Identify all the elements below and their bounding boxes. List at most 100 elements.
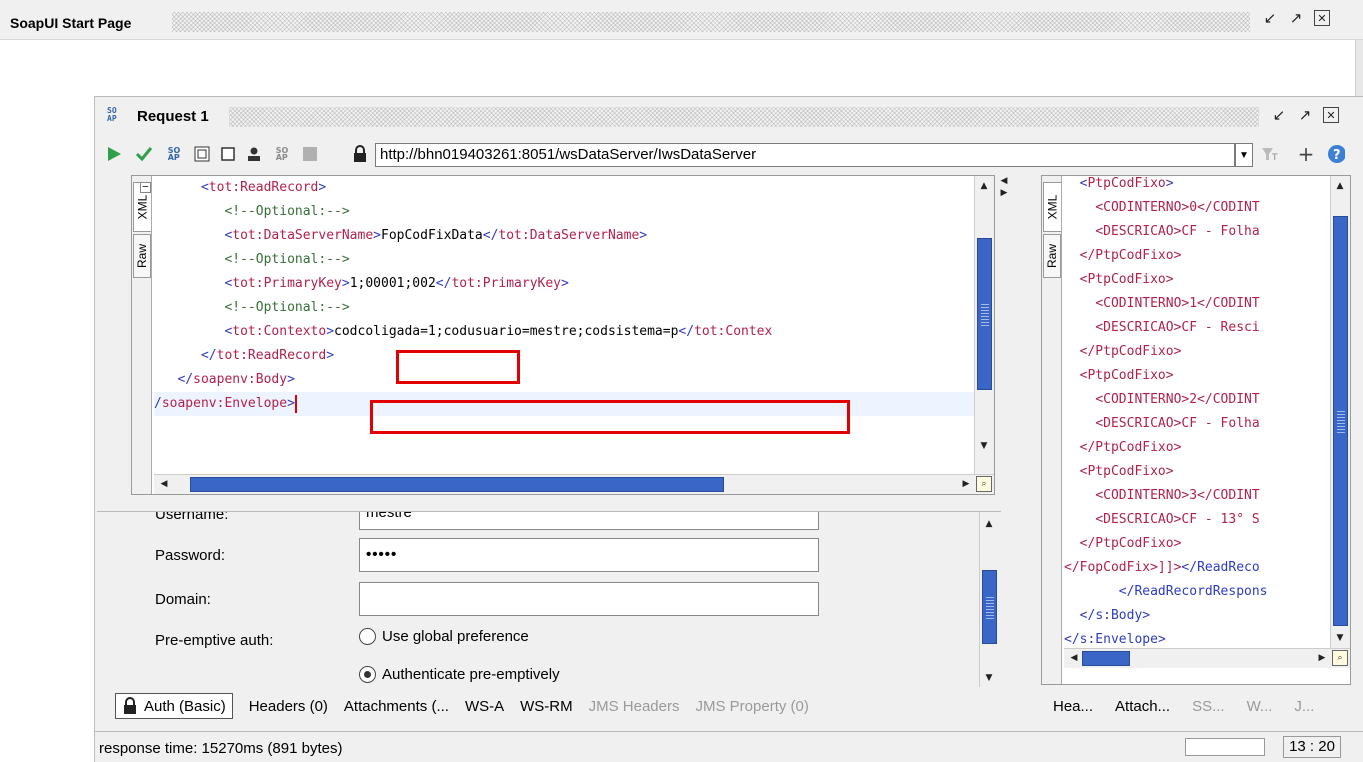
filter-icon[interactable]: T <box>1261 145 1279 163</box>
request-code-token: > <box>287 396 295 411</box>
plus-icon[interactable]: + <box>1297 142 1315 166</box>
response-code[interactable]: <PtpCodFixo> <CODINTERNO>0</CODINT <DESC… <box>1064 172 1330 648</box>
scroll-thumb[interactable] <box>982 570 997 644</box>
soap-icon[interactable]: SO AP <box>273 145 291 163</box>
password-field[interactable]: ••••• <box>359 538 819 572</box>
tab-headers[interactable]: Headers (0) <box>249 698 328 715</box>
minimize-icon[interactable]: ↙ <box>1271 107 1287 123</box>
tab-jms-property[interactable]: JMS Property (0) <box>696 698 809 715</box>
clone-icon[interactable] <box>219 145 237 163</box>
tab-ws-rm[interactable]: WS-RM <box>520 698 573 715</box>
stop-icon[interactable] <box>301 145 319 163</box>
scroll-thumb[interactable] <box>1333 216 1348 626</box>
tab-raw[interactable]: Raw <box>1043 234 1061 278</box>
tab-jms[interactable]: J... <box>1294 698 1314 715</box>
response-code-token: <CODINTERNO>0</CODINT <box>1095 200 1260 215</box>
response-code-line: </PtpCodFixo> <box>1064 436 1330 460</box>
response-code-line: <PtpCodFixo> <box>1064 460 1330 484</box>
tab-ws[interactable]: W... <box>1247 698 1273 715</box>
tab-xml[interactable]: XML <box>1043 182 1061 232</box>
request-code-token: tot:Contexto <box>232 324 327 339</box>
response-xml-editor: XML Raw <PtpCodFixo> <CODINTERNO>0</CODI… <box>1041 175 1351 685</box>
response-code-token: </PtpCodFixo> <box>1079 248 1182 263</box>
request-toolbar: SO AP SO AP http://bhn019403261:8051/wsDat… <box>95 137 1363 173</box>
scroll-left-icon[interactable]: ◀ <box>1066 650 1082 666</box>
scroll-left-icon[interactable]: ◀ <box>156 476 172 492</box>
scroll-thumb[interactable] <box>1082 651 1130 666</box>
response-code-line: <DESCRICAO>CF - 13° S <box>1064 508 1330 532</box>
titlebar-drag-area[interactable] <box>172 12 1250 32</box>
request-xml-editor: XML Raw − <tot:ReadRecord> <!--Optional:… <box>131 175 995 495</box>
lock-icon <box>351 145 369 163</box>
scroll-thumb[interactable] <box>190 477 724 492</box>
tab-ssl[interactable]: SS... <box>1192 698 1225 715</box>
request-vscrollbar[interactable]: ▲ ▼ <box>974 176 994 476</box>
request-code-token: > <box>341 276 350 291</box>
submit-icon[interactable] <box>135 145 153 163</box>
response-code-token: PtpCodFixo <box>1087 176 1166 191</box>
request-code-token: tot:ReadRecord <box>208 180 319 195</box>
response-vscrollbar[interactable]: ▲ ▼ <box>1330 176 1350 648</box>
create-empty-icon[interactable] <box>193 145 211 163</box>
response-code-line: <PtpCodFixo> <box>1064 364 1330 388</box>
minimize-icon[interactable]: ↙ <box>1262 10 1278 26</box>
scroll-up-icon[interactable]: ▲ <box>981 516 997 532</box>
request-code-token: </ <box>482 228 499 243</box>
tab-headers[interactable]: Hea... <box>1053 698 1093 715</box>
tab-raw[interactable]: Raw <box>133 234 151 278</box>
response-code-token: > <box>1165 176 1174 191</box>
start-page-title: SoapUI Start Page <box>10 15 132 31</box>
tab-jms-headers[interactable]: JMS Headers <box>589 698 680 715</box>
soap-icon[interactable]: SO AP <box>165 145 183 163</box>
radio-button[interactable] <box>359 666 376 683</box>
radio-use-global[interactable]: Use global preference <box>359 628 529 645</box>
scroll-up-icon[interactable]: ▲ <box>976 178 992 194</box>
scroll-thumb[interactable] <box>977 238 992 390</box>
username-field[interactable]: mestre <box>359 512 819 530</box>
scroll-down-icon[interactable]: ▼ <box>976 438 992 454</box>
radio-button[interactable] <box>359 628 376 645</box>
zoom-icon[interactable]: ⌕ <box>1332 650 1348 666</box>
response-code-token: <CODINTERNO>3</CODINT <box>1095 488 1260 503</box>
help-icon[interactable]: ? <box>1327 145 1345 163</box>
detach-icon[interactable]: ↗ <box>1297 107 1313 123</box>
soap-logo-icon: SO AP <box>107 106 117 123</box>
panel-splitter[interactable]: ◀ ▶ <box>997 175 1011 495</box>
tab-attachments[interactable]: Attach... <box>1115 698 1170 715</box>
tab-ws-a[interactable]: WS-A <box>465 698 504 715</box>
zoom-icon[interactable]: ⌕ <box>976 476 992 492</box>
scroll-up-icon[interactable]: ▲ <box>1332 178 1348 194</box>
scroll-right-icon[interactable]: ▶ <box>1314 650 1330 666</box>
domain-field[interactable] <box>359 582 819 616</box>
radio-preemptive[interactable]: Authenticate pre-emptively <box>359 666 560 683</box>
domain-label: Domain: <box>155 591 211 608</box>
request-code-token: 1;00001;002 <box>349 276 436 291</box>
endpoint-url-field[interactable]: http://bhn019403261:8051/wsDataServer/Iw… <box>375 143 1235 167</box>
request-code-token: > <box>326 324 335 339</box>
close-icon[interactable]: ✕ <box>1323 107 1339 123</box>
arrow-left-icon[interactable]: ◀ <box>997 175 1011 187</box>
status-bar: response time: 15270ms (891 bytes) 13 : … <box>95 731 1363 762</box>
response-hscrollbar[interactable]: ◀ ▶ ⌕ <box>1064 648 1350 668</box>
collapse-toggle[interactable]: − <box>140 182 151 193</box>
tab-auth[interactable]: Auth (Basic) <box>115 693 233 719</box>
tab-attachments[interactable]: Attachments (... <box>344 698 449 715</box>
scroll-down-icon[interactable]: ▼ <box>981 670 997 686</box>
arrow-right-icon[interactable]: ▶ <box>997 187 1011 199</box>
close-icon[interactable]: ✕ <box>1314 10 1330 26</box>
response-editor-tabs: XML Raw <box>1042 176 1062 684</box>
scroll-down-icon[interactable]: ▼ <box>1332 630 1348 646</box>
auth-vscrollbar[interactable]: ▲ ▼ <box>979 512 999 687</box>
request-hscrollbar[interactable]: ◀ ▶ ⌕ <box>154 474 994 494</box>
response-code-token: </PtpCodFixo> <box>1079 440 1182 455</box>
detach-icon[interactable]: ↗ <box>1288 10 1304 26</box>
response-code-token: </PtpCodFixo> <box>1079 536 1182 551</box>
scroll-right-icon[interactable]: ▶ <box>958 476 974 492</box>
response-code-token: </PtpCodFixo> <box>1079 344 1182 359</box>
request-drag-area[interactable] <box>229 107 1259 127</box>
user-icon[interactable] <box>245 145 263 163</box>
response-time-status: response time: 15270ms (891 bytes) <box>99 740 343 757</box>
endpoint-dropdown-button[interactable]: ▼ <box>1235 143 1253 167</box>
request-code-token: <!--Optional:--> <box>224 300 350 315</box>
run-icon[interactable] <box>105 145 123 163</box>
